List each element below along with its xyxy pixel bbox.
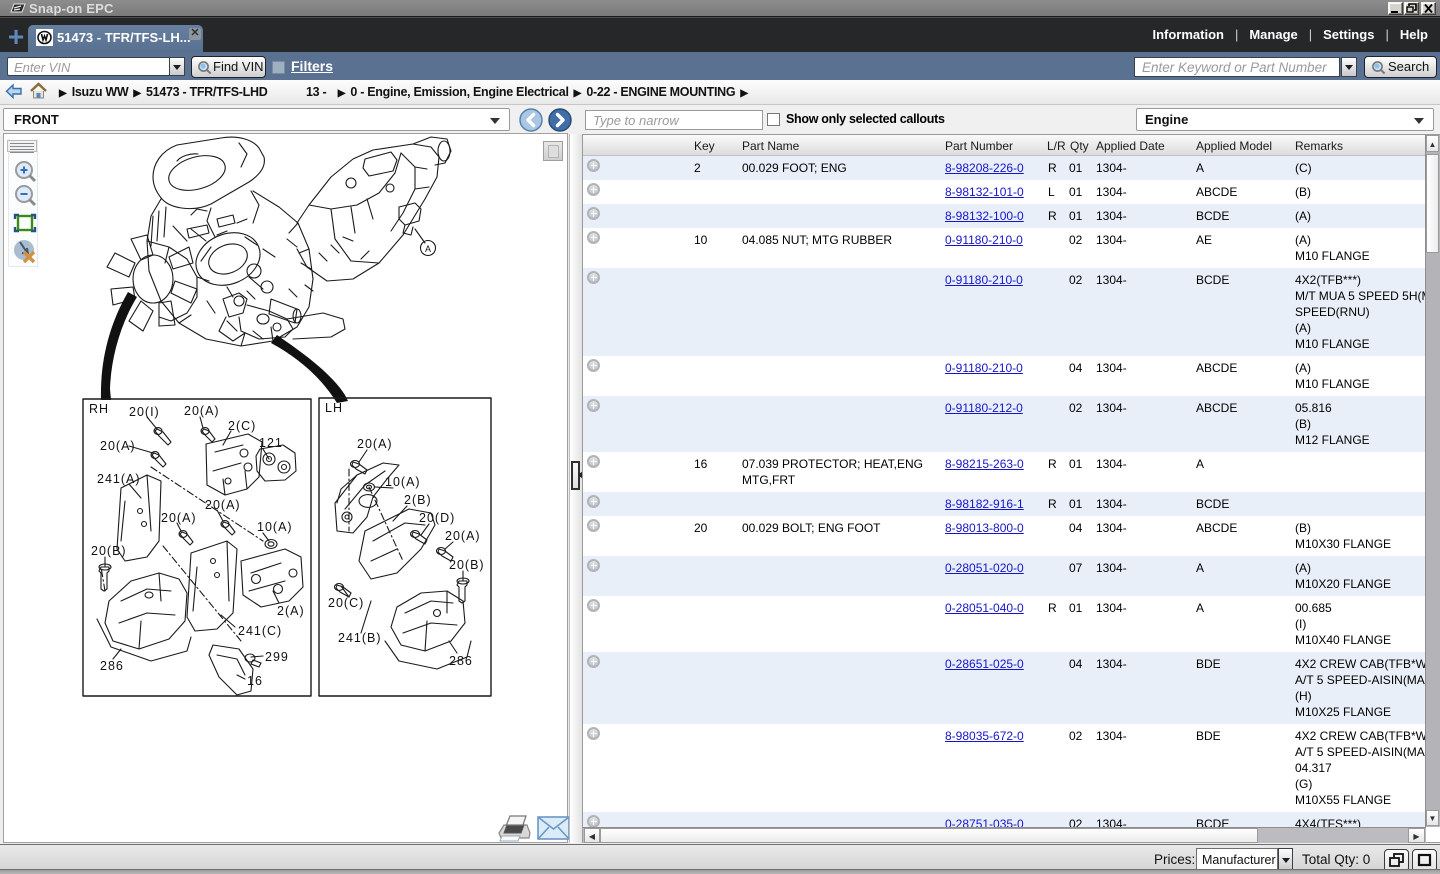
svg-text:20(B): 20(B): [449, 558, 485, 572]
svg-text:20(C): 20(C): [328, 596, 364, 610]
svg-text:20(A): 20(A): [161, 511, 197, 525]
svg-text:20(A): 20(A): [445, 529, 481, 543]
svg-text:A: A: [425, 244, 431, 254]
svg-text:20(I): 20(I): [129, 405, 160, 419]
svg-text:299: 299: [265, 650, 289, 664]
svg-text:2(B): 2(B): [404, 493, 432, 507]
svg-text:20(D): 20(D): [419, 511, 455, 525]
svg-text:2(A): 2(A): [277, 604, 305, 618]
svg-text:10(A): 10(A): [257, 520, 293, 534]
svg-text:20(A): 20(A): [357, 437, 393, 451]
svg-text:121: 121: [259, 436, 283, 450]
svg-text:20(A): 20(A): [184, 404, 220, 418]
svg-text:286: 286: [449, 654, 473, 668]
svg-text:286: 286: [100, 659, 124, 673]
svg-text:241(B): 241(B): [338, 631, 382, 645]
svg-text:RH: RH: [89, 402, 109, 416]
svg-text:LH: LH: [325, 401, 343, 415]
svg-text:2(C): 2(C): [228, 419, 256, 433]
svg-text:241(A): 241(A): [97, 472, 141, 486]
svg-text:241(C): 241(C): [238, 624, 282, 638]
svg-text:20(A): 20(A): [205, 498, 241, 512]
svg-text:16: 16: [247, 674, 263, 688]
svg-text:10(A): 10(A): [385, 475, 421, 489]
